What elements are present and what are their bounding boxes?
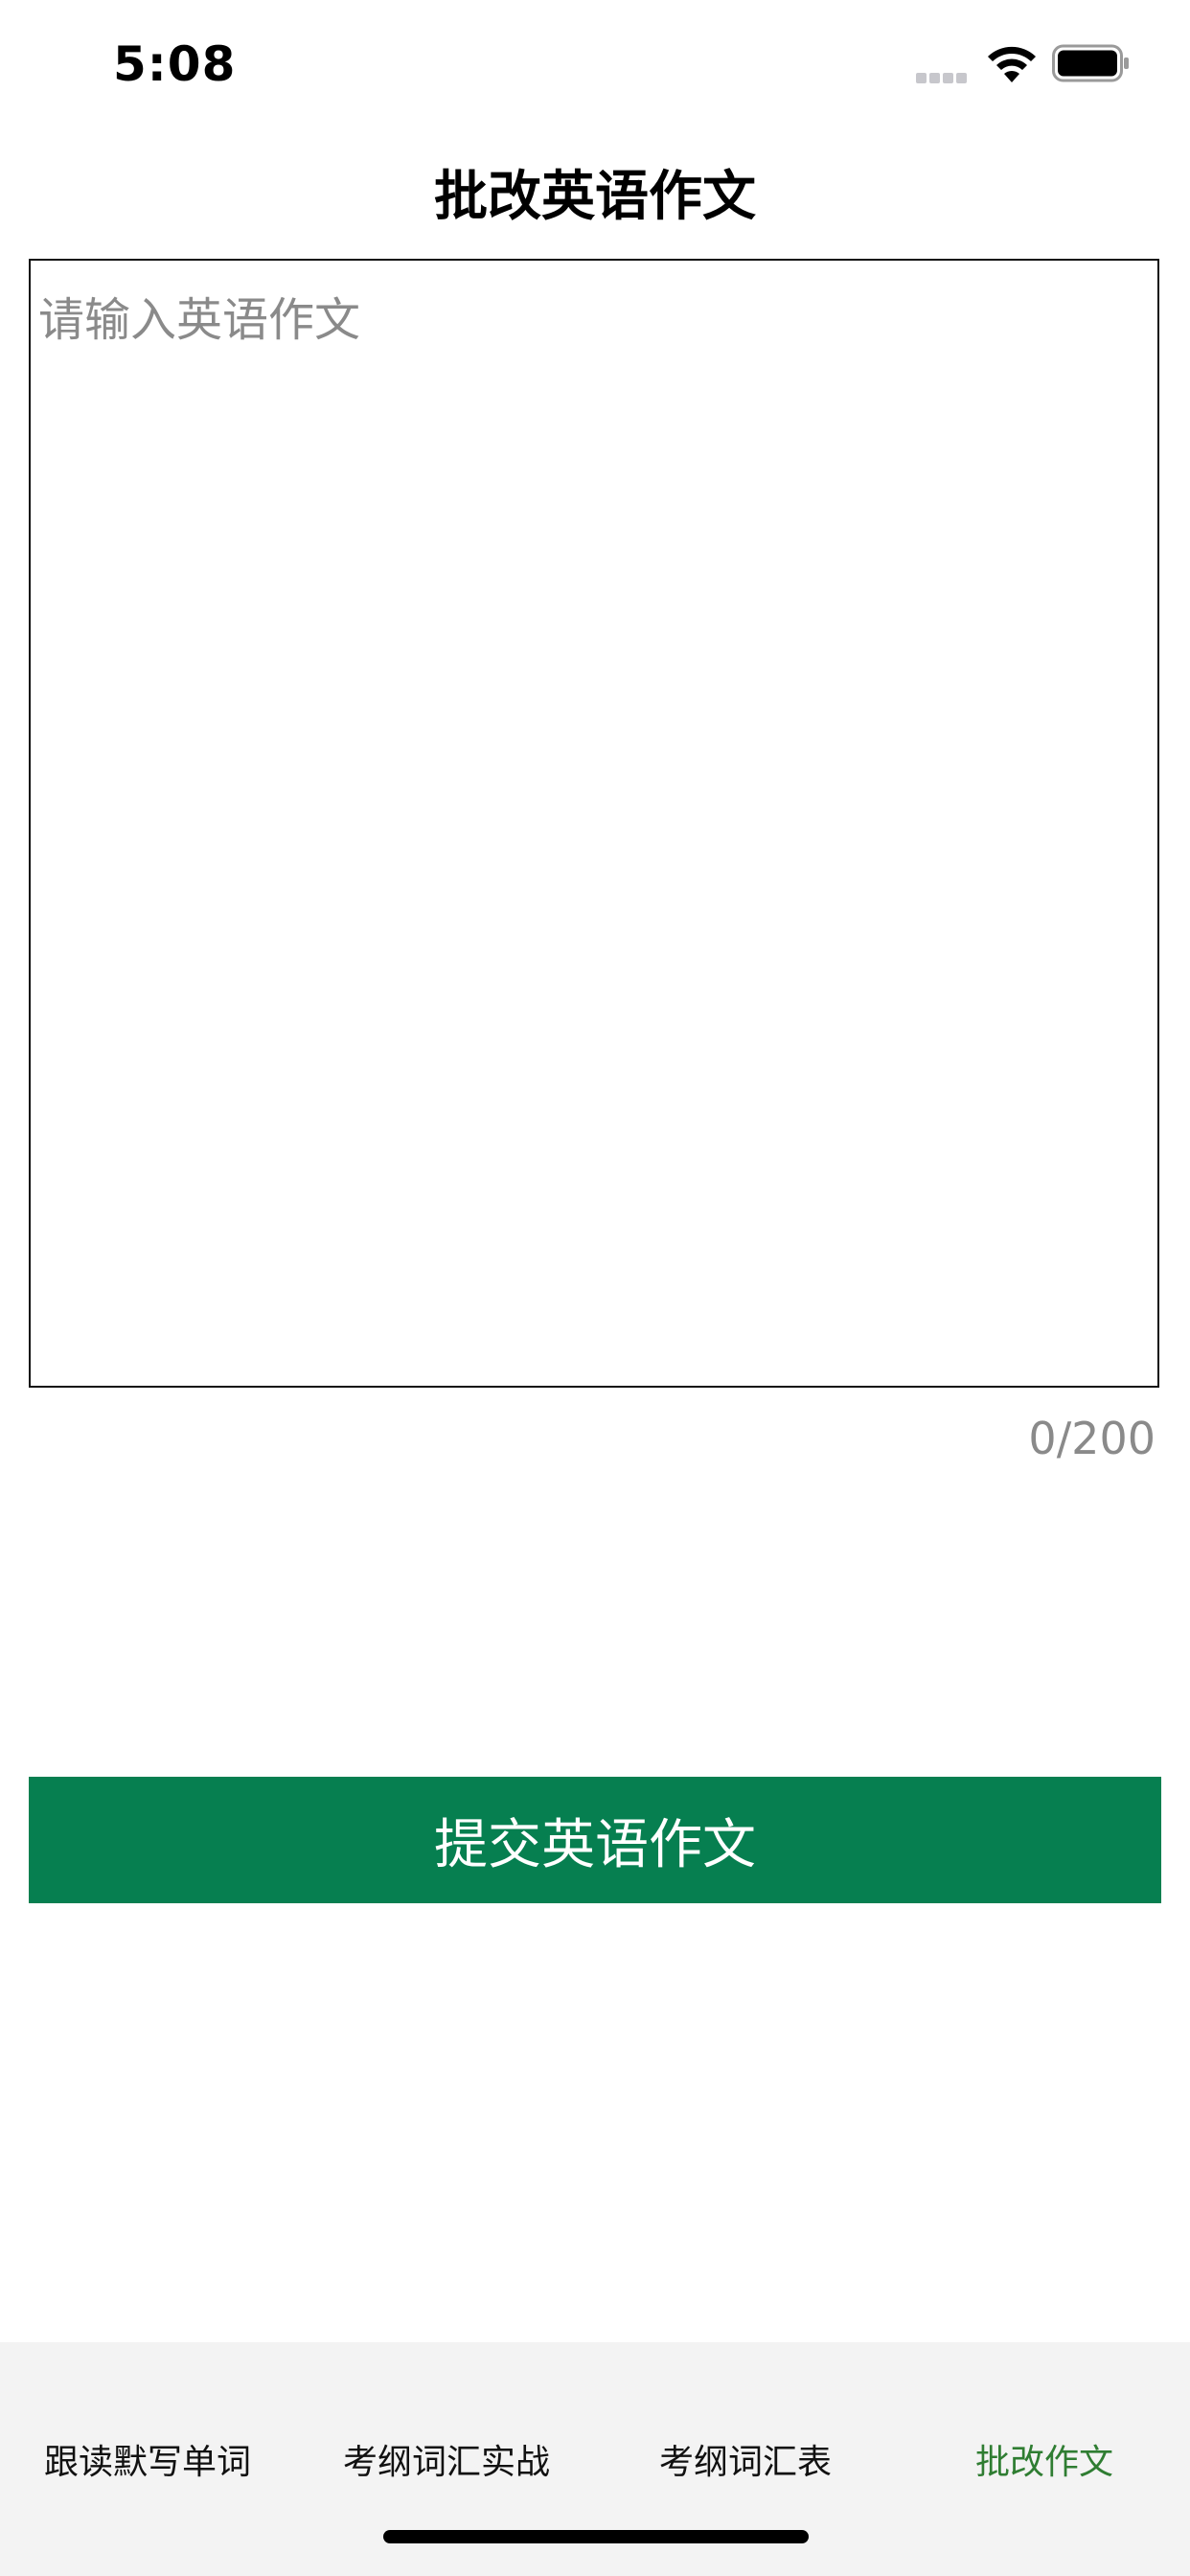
tab-read-dictate-words[interactable]: 跟读默写单词 xyxy=(44,2434,251,2484)
battery-icon xyxy=(1052,44,1131,82)
tab-syllabus-vocab-list[interactable]: 考纲词汇表 xyxy=(659,2434,832,2484)
page-title: 批改英语作文 xyxy=(434,166,756,228)
character-counter: 0/200 xyxy=(1028,1413,1156,1464)
status-time: 5:08 xyxy=(113,36,237,92)
cellular-signal-icon xyxy=(916,69,970,83)
wifi-icon xyxy=(985,44,1039,86)
screen: 5:08 批改英语作文 0/200 提交英语作文 跟读默写单词 考 xyxy=(0,0,1190,2576)
tab-syllabus-vocab-practice[interactable]: 考纲词汇实战 xyxy=(343,2434,550,2484)
tab-grade-essay[interactable]: 批改作文 xyxy=(975,2434,1113,2484)
home-indicator xyxy=(383,2530,809,2543)
essay-input-container xyxy=(29,259,1159,1388)
status-bar: 5:08 xyxy=(0,0,1190,134)
submit-essay-button[interactable]: 提交英语作文 xyxy=(29,1777,1161,1903)
essay-input[interactable] xyxy=(31,261,1157,1386)
